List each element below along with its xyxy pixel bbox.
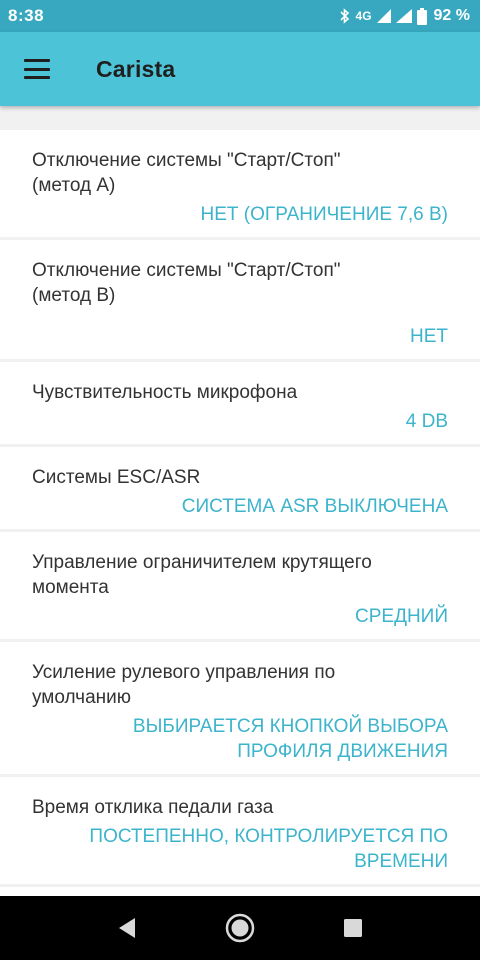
- setting-title: Отключение системы "Старт/Стоп" (метод B…: [32, 260, 341, 306]
- setting-value-line: ВЫБИРАЕТСЯ КНОПКОЙ ВЫБОРА: [132, 716, 448, 737]
- home-button[interactable]: [220, 908, 260, 948]
- recents-button[interactable]: [333, 908, 373, 948]
- list-top-spacer: [0, 106, 480, 130]
- setting-value: НЕТ: [32, 324, 448, 349]
- wifi-signal-icon: [395, 9, 412, 23]
- setting-microphone-sensitivity[interactable]: Чувствительность микрофона 4 DB: [0, 362, 480, 444]
- setting-value: СИСТЕМА ASR ВЫКЛЮЧЕНА: [32, 494, 448, 519]
- setting-value-line: СИСТЕМА ASR ВЫКЛЮЧЕНА: [181, 496, 448, 517]
- setting-value: СРЕДНИЙ: [32, 604, 448, 629]
- setting-value-line: ПРОФИЛЯ ДВИЖЕНИЯ: [237, 741, 448, 762]
- setting-value-line: 4 DB: [405, 411, 448, 432]
- setting-value: НЕТ (ОГРАНИЧЕНИЕ 7,6 В): [32, 202, 448, 227]
- hamburger-menu-icon[interactable]: [24, 59, 50, 79]
- status-bar: 8:38 4G 92 %: [0, 0, 480, 32]
- setting-title: Время отклика педали газа: [32, 797, 274, 818]
- battery-percentage: 92 %: [433, 7, 470, 24]
- status-time: 8:38: [8, 6, 45, 25]
- setting-title: Чувствительность микрофона: [32, 382, 298, 403]
- setting-title: Отключение системы "Старт/Стоп" (метод A…: [32, 150, 341, 196]
- back-button[interactable]: [107, 908, 147, 948]
- status-icons: 4G 92 %: [339, 7, 470, 25]
- setting-title: Управление ограничителем крутящего момен…: [32, 552, 372, 598]
- setting-title: Системы ESC/ASR: [32, 467, 201, 488]
- recents-square-icon: [344, 919, 363, 937]
- setting-value: ПОСТЕПЕННО, КОНТРОЛИРУЕТСЯ ПО ВРЕМЕНИ: [32, 824, 448, 874]
- settings-list: Отключение системы "Старт/Стоп" (метод A…: [0, 106, 480, 896]
- bluetooth-icon: [339, 8, 349, 24]
- setting-value-line: НЕТ (ОГРАНИЧЕНИЕ 7,6 В): [200, 204, 448, 225]
- setting-value: 4 DB: [32, 409, 448, 434]
- setting-throttle-response[interactable]: Время отклика педали газа ПОСТЕПЕННО, КО…: [0, 777, 480, 884]
- setting-start-stop-method-a[interactable]: Отключение системы "Старт/Стоп" (метод A…: [0, 130, 480, 237]
- setting-value-line: ВРЕМЕНИ: [354, 851, 448, 872]
- setting-value-line: НЕТ: [410, 326, 448, 347]
- menu-line: [24, 76, 50, 79]
- setting-value-line: ПОСТЕПЕННО, КОНТРОЛИРУЕТСЯ ПО: [89, 826, 448, 847]
- system-nav-bar: [0, 896, 480, 960]
- setting-steering-assist[interactable]: Усиление рулевого управления по умолчани…: [0, 642, 480, 774]
- setting-partial-row[interactable]: [0, 887, 480, 896]
- menu-line: [24, 67, 50, 71]
- home-circle-icon: [225, 913, 255, 943]
- back-triangle-icon: [118, 918, 135, 938]
- battery-icon: [416, 7, 427, 25]
- setting-title: Усиление рулевого управления по умолчани…: [32, 662, 336, 708]
- setting-esc-asr[interactable]: Системы ESC/ASR СИСТЕМА ASR ВЫКЛЮЧЕНА: [0, 447, 480, 529]
- network-type-label: 4G: [355, 9, 372, 23]
- setting-value: ВЫБИРАЕТСЯ КНОПКОЙ ВЫБОРА ПРОФИЛЯ ДВИЖЕН…: [32, 714, 448, 764]
- mobile-signal-icon: [376, 9, 391, 23]
- setting-torque-limiter[interactable]: Управление ограничителем крутящего момен…: [0, 532, 480, 639]
- setting-value-line: СРЕДНИЙ: [355, 606, 448, 627]
- menu-line: [24, 59, 50, 62]
- setting-start-stop-method-b[interactable]: Отключение системы "Старт/Стоп" (метод B…: [0, 240, 480, 359]
- app-title: Carista: [96, 55, 176, 82]
- app-bar: Carista: [0, 32, 480, 106]
